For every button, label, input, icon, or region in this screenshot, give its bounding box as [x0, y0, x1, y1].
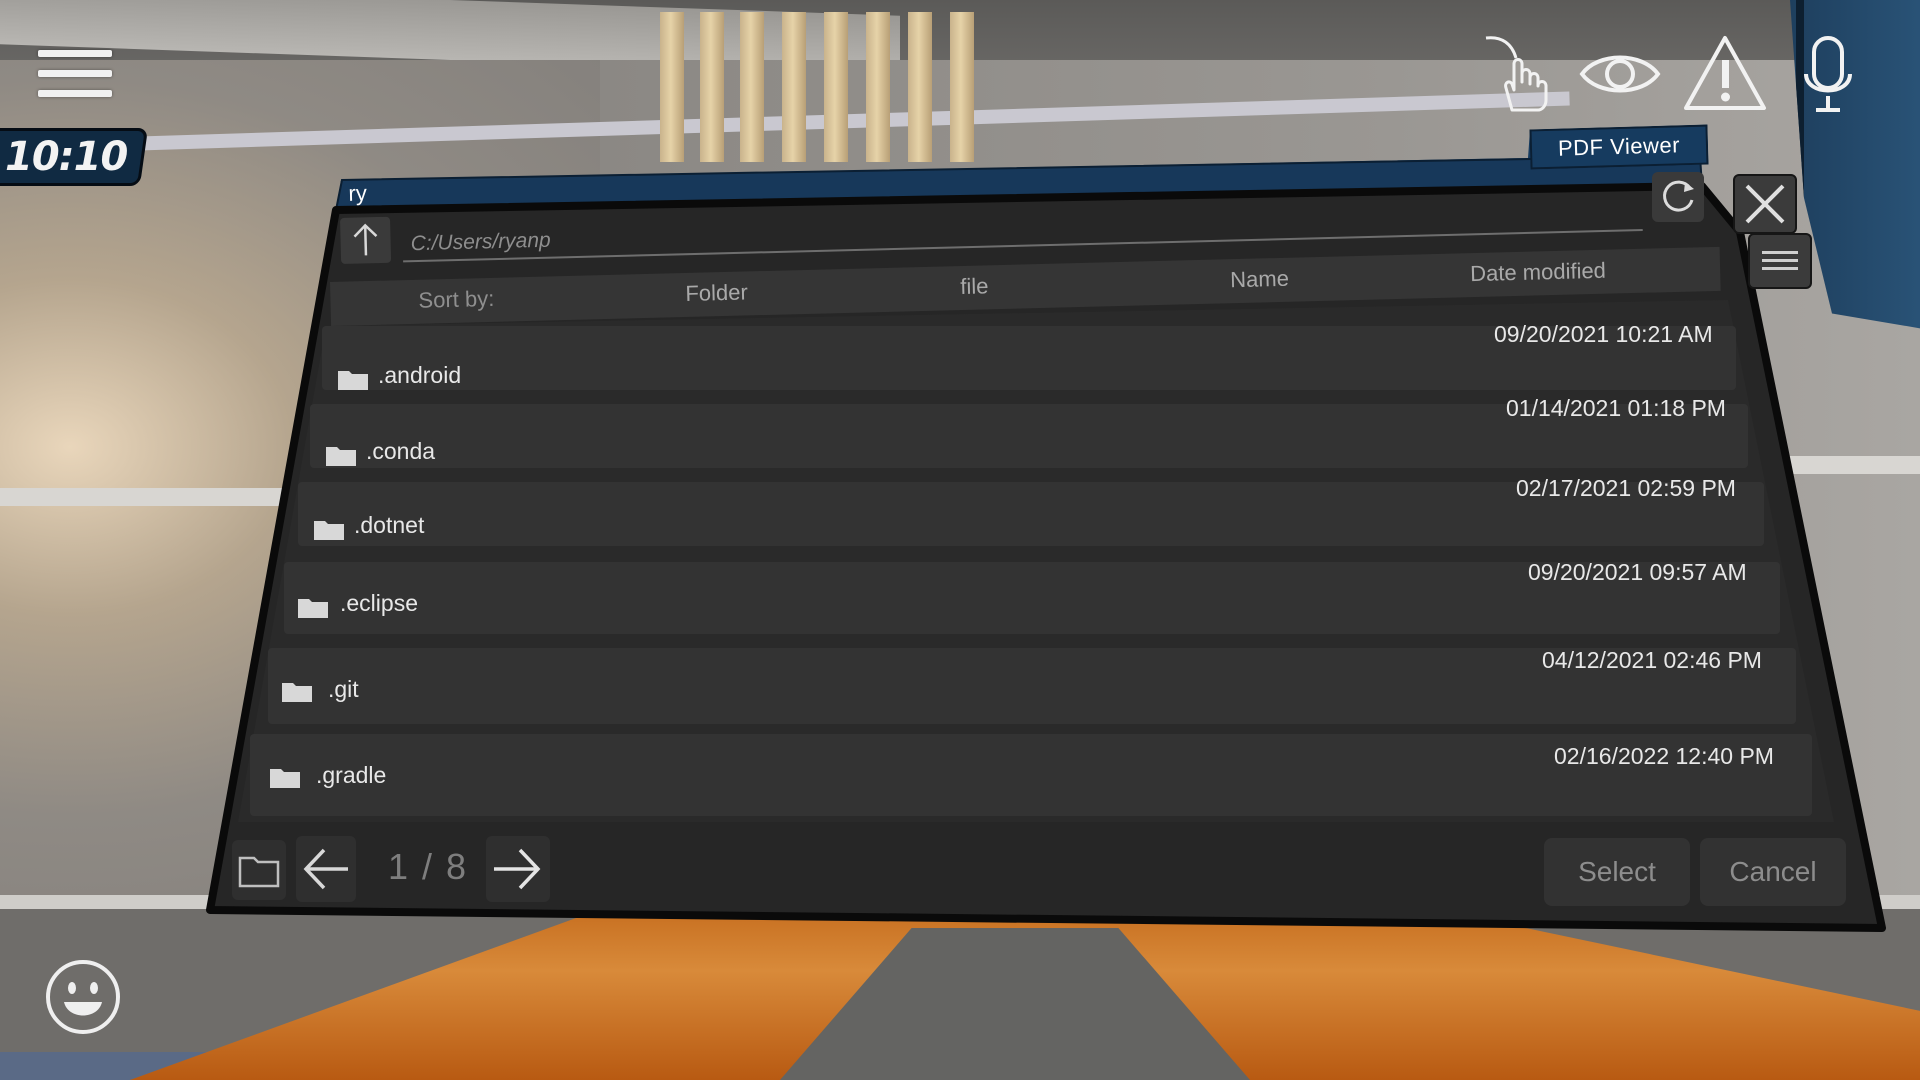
hamburger-menu-icon [38, 50, 112, 57]
file-name: .eclipse [340, 590, 418, 616]
previous-page-button[interactable] [296, 836, 356, 902]
list-item[interactable]: .gradle 02/16/2022 12:40 PM [250, 734, 1812, 816]
file-date: 09/20/2021 10:21 AM [1494, 321, 1713, 347]
warning-icon [1684, 36, 1766, 110]
hamburger-menu-button[interactable] [38, 50, 112, 98]
file-date: 01/14/2021 01:18 PM [1506, 395, 1726, 421]
file-name: .conda [366, 438, 436, 464]
file-name: .dotnet [354, 512, 425, 538]
list-item[interactable]: .android 09/20/2021 10:21 AM [322, 321, 1736, 390]
list-item[interactable]: .git 04/12/2021 02:46 PM [268, 647, 1796, 724]
file-date: 04/12/2021 02:46 PM [1542, 647, 1762, 673]
arrow-right-icon [494, 848, 541, 890]
hand-pointer-icon [1485, 36, 1548, 112]
report-button[interactable] [1682, 32, 1768, 114]
smiley-face-icon [46, 960, 120, 1034]
page-indicator: 1 / 8 [388, 846, 469, 887]
hand-pointer-button[interactable] [1482, 34, 1554, 116]
list-item[interactable]: .dotnet 02/17/2021 02:59 PM [298, 475, 1764, 546]
folder-icon [270, 769, 300, 788]
clock-display: 10:10 [0, 128, 149, 186]
cancel-button[interactable]: Cancel [1700, 838, 1846, 906]
new-folder-button[interactable] [232, 840, 286, 900]
file-name: .gradle [316, 762, 387, 788]
microphone-button[interactable] [1800, 34, 1856, 116]
emote-button[interactable] [44, 958, 122, 1036]
next-page-button[interactable] [486, 836, 550, 902]
select-button[interactable]: Select [1544, 838, 1690, 906]
eye-icon [1579, 55, 1661, 93]
file-date: 02/17/2021 02:59 PM [1516, 475, 1736, 501]
file-list: .android 09/20/2021 10:21 AM .conda 01/1… [0, 0, 1920, 1080]
folder-icon [326, 447, 356, 466]
file-date: 02/16/2022 12:40 PM [1554, 743, 1774, 769]
dialog-footer: 1 / 8 Select Cancel [232, 836, 1852, 916]
file-name: .git [328, 676, 359, 702]
list-item[interactable]: .eclipse 09/20/2021 09:57 AM [284, 559, 1780, 634]
file-name: .android [378, 362, 462, 388]
arrow-left-icon [303, 848, 348, 890]
folder-outline-icon [238, 856, 280, 888]
list-item[interactable]: .conda 01/14/2021 01:18 PM [310, 395, 1748, 468]
folder-icon [282, 683, 312, 702]
file-date: 09/20/2021 09:57 AM [1528, 559, 1747, 585]
folder-icon [298, 599, 328, 618]
clock-time: 10:10 [5, 134, 128, 180]
folder-icon [314, 521, 344, 540]
microphone-icon [1804, 36, 1852, 112]
folder-icon [338, 371, 368, 390]
view-toggle-button[interactable] [1578, 46, 1662, 102]
